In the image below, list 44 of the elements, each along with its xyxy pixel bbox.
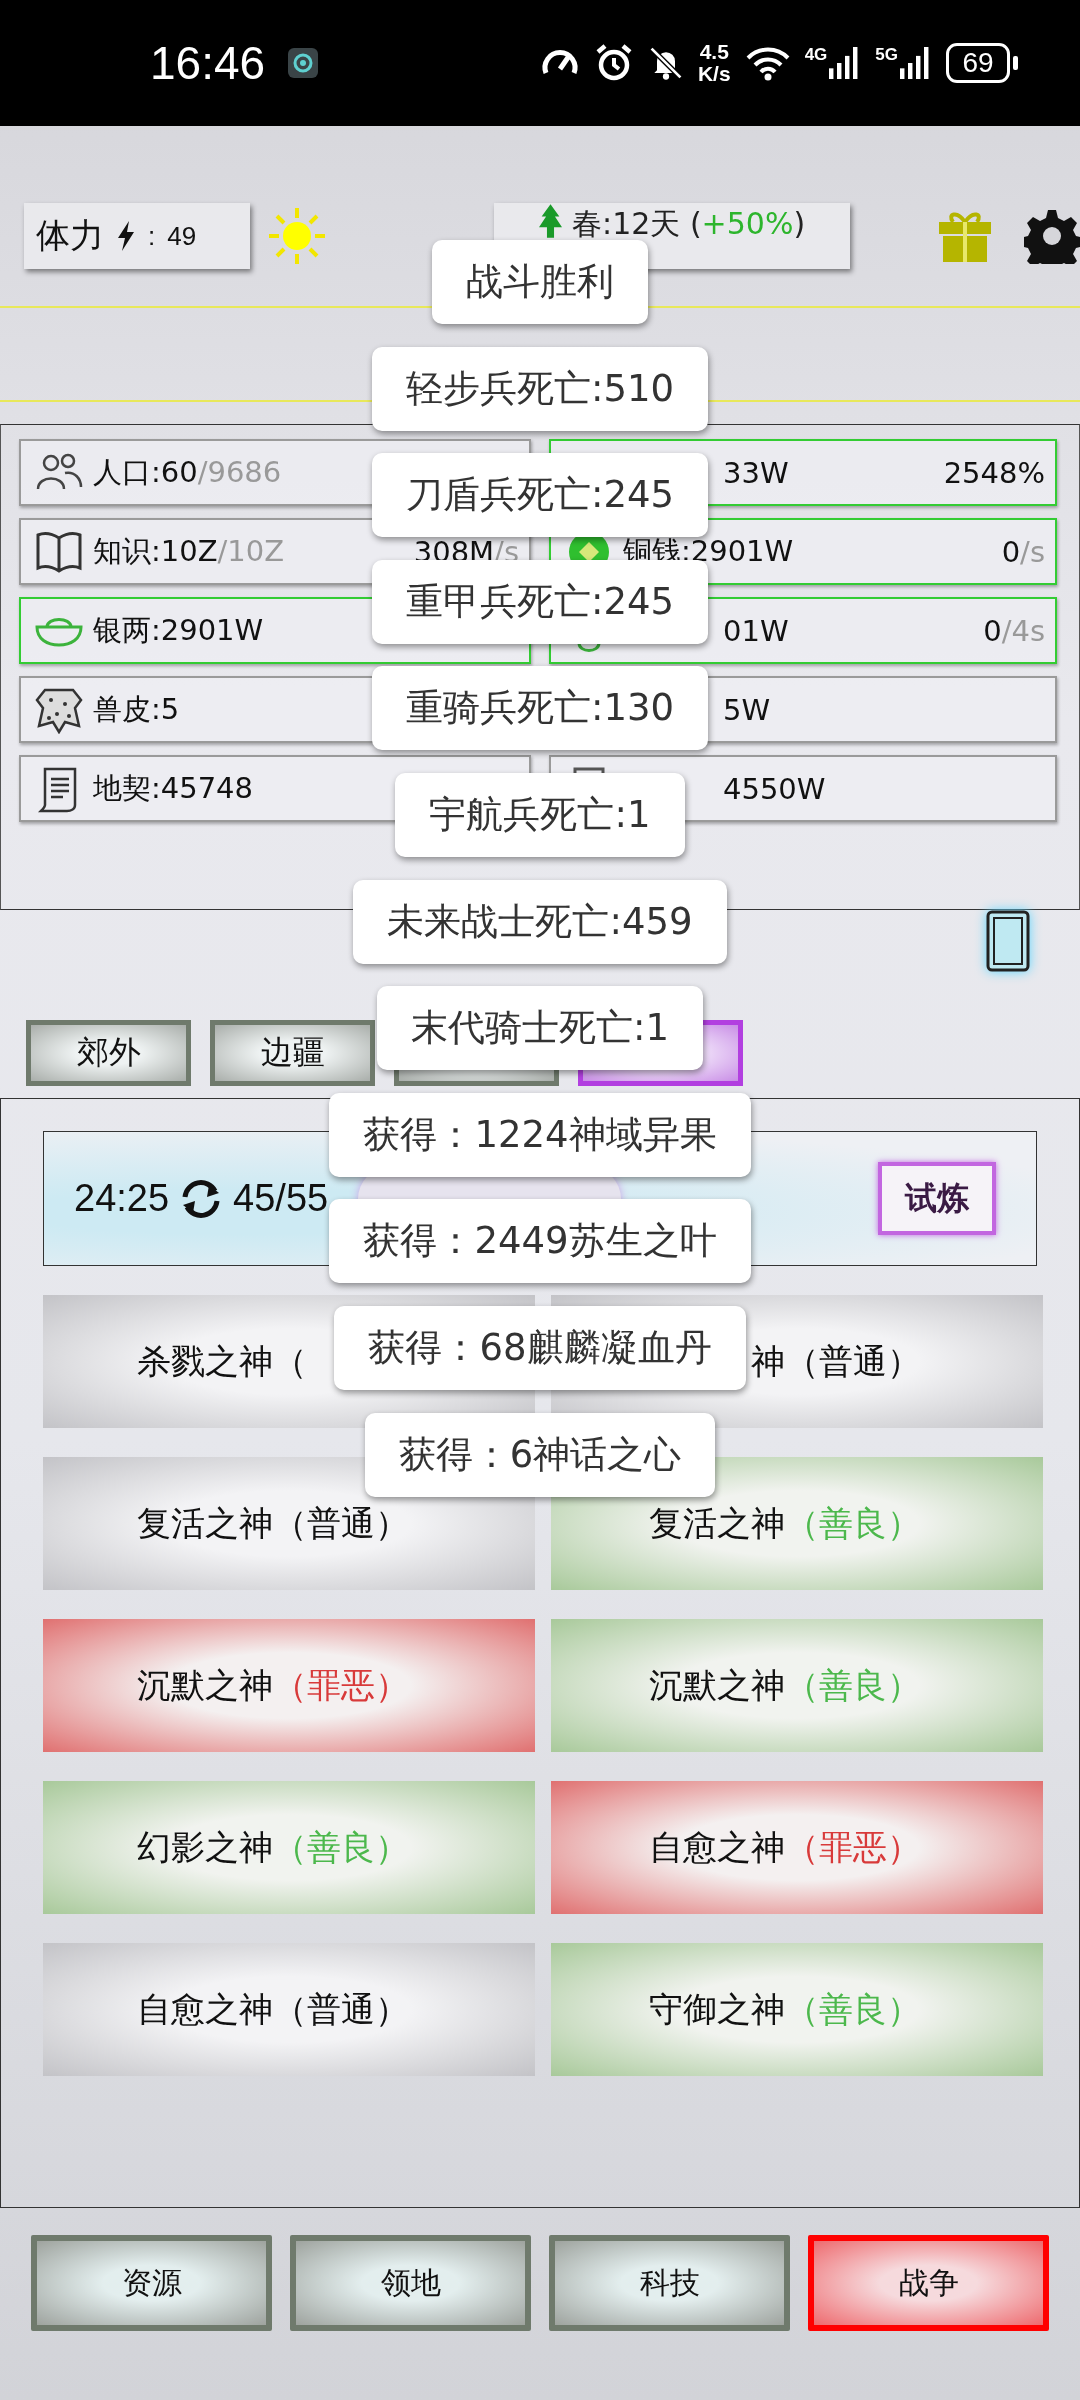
- clock-time: 16:46: [150, 36, 266, 90]
- god-name: 神（普通）: [751, 1339, 921, 1383]
- resource-text: 人口:60/9686: [93, 453, 282, 491]
- resource-text: 知识:10Z/10Z: [93, 532, 285, 570]
- battery-indicator: 69: [946, 43, 1018, 83]
- god-name: 复活之神（普通）: [137, 1501, 409, 1545]
- message-toast: 轻步兵死亡:510: [371, 346, 709, 431]
- god-name: 沉默之神（善良）: [649, 1663, 921, 1707]
- message-toast: 未来战士死亡:459: [353, 879, 727, 964]
- rate-text: 0/4s: [983, 613, 1045, 648]
- season-text: 春:12天 (+50%): [572, 205, 806, 243]
- god-name: 自愈之神（罪恶）: [649, 1825, 921, 1869]
- timer-text: 24:25: [74, 1177, 170, 1220]
- message-toast: 重骑兵死亡:130: [371, 666, 709, 751]
- resource-text: 兽皮:5: [93, 690, 180, 728]
- network-type-label: 4G: [804, 45, 828, 65]
- god-name: 幻影之神（善良）: [137, 1825, 409, 1869]
- resource-text: 33W: [723, 455, 789, 490]
- message-toast: 获得：2449苏生之叶: [329, 1199, 751, 1284]
- network-speed: 4.5 K/s: [697, 41, 731, 85]
- resource-text: 5W: [723, 692, 771, 727]
- network-type-label: 5G: [875, 45, 898, 65]
- god-name: 沉默之神（罪恶）: [137, 1663, 409, 1707]
- resource-text: 4550W: [723, 771, 826, 806]
- resource-text: 银两:2901W: [93, 611, 264, 649]
- message-toast: 末代骑士死亡:1: [377, 986, 703, 1071]
- count-text: 45/55: [233, 1177, 329, 1220]
- god-name: 杀戮之神（: [137, 1339, 307, 1383]
- message-toast: 宇航兵死亡:1: [395, 772, 685, 857]
- god-name: 自愈之神（普通）: [137, 1987, 409, 2031]
- message-toast: 刀盾兵死亡:245: [371, 453, 709, 538]
- resource-text: 地契:45748: [93, 769, 254, 807]
- resource-text: 01W: [723, 613, 789, 648]
- stamina-label: 体力: [36, 214, 104, 257]
- god-name: 复活之神（善良）: [649, 1501, 921, 1545]
- separator-text: :: [148, 220, 156, 252]
- stamina-value: 49: [167, 220, 197, 252]
- message-toast: 获得：6神话之心: [364, 1412, 716, 1497]
- message-toast: 获得：68麒麟凝血丹: [334, 1305, 746, 1390]
- message-toast: 战斗胜利: [432, 240, 648, 324]
- rate-text: 0/s: [1001, 534, 1045, 569]
- rate-text: 2548%: [943, 455, 1045, 490]
- god-name: 守御之神（善良）: [649, 1987, 921, 2031]
- message-toast: 获得：1224神域异果: [329, 1092, 751, 1177]
